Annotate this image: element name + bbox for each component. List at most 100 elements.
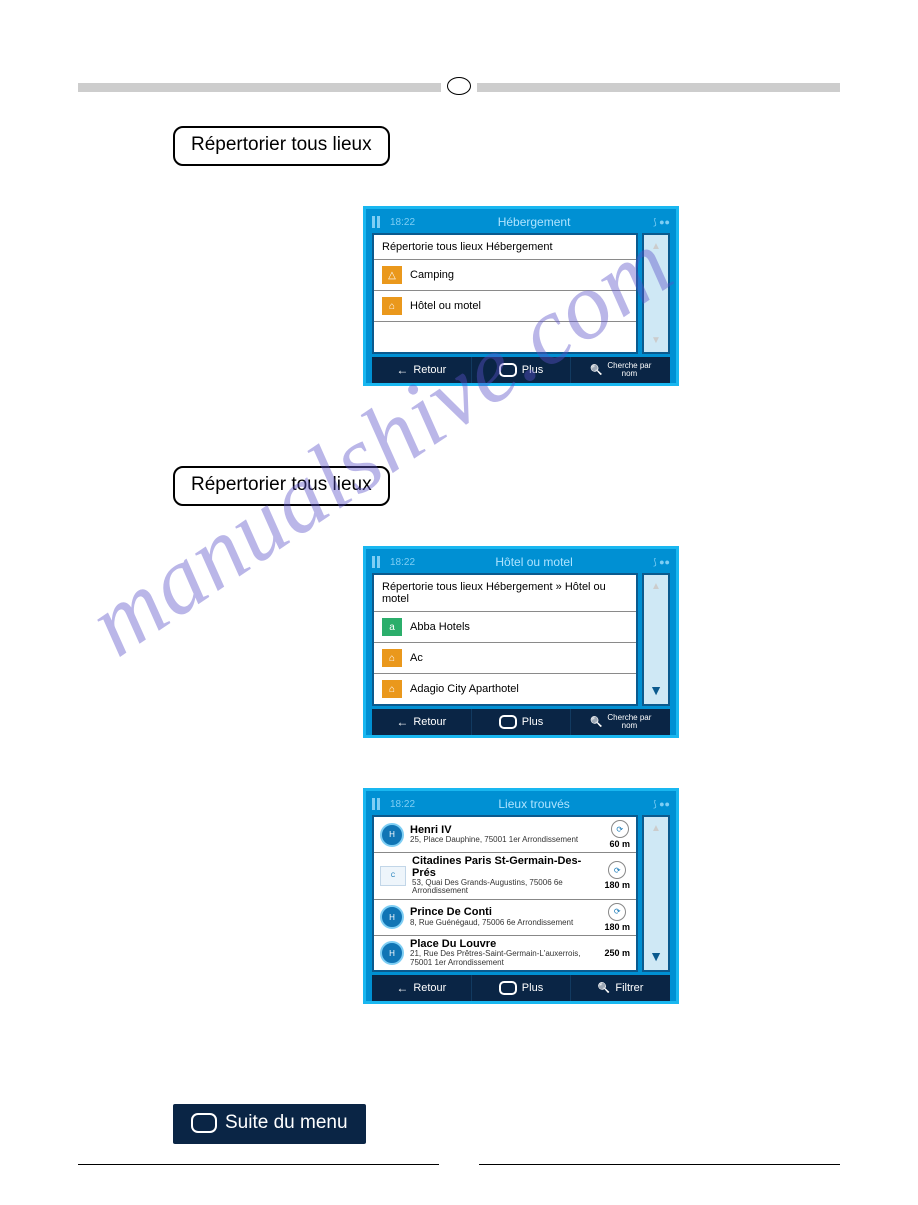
search-label-l2: nom — [622, 721, 638, 730]
breadcrumb[interactable]: Répertorie tous lieux Hébergement » Hôte… — [374, 575, 636, 612]
device-time: 18:22 — [390, 557, 415, 568]
category-list: Répertorie tous lieux Hébergement △ Camp… — [372, 233, 638, 354]
back-label: Retour — [413, 982, 446, 994]
result-distance: 180 m — [604, 880, 630, 890]
target-icon[interactable]: ⟳ — [608, 861, 626, 879]
scroll-up-icon[interactable]: ▲ — [651, 581, 661, 592]
result-row[interactable]: C Citadines Paris St-Germain-Des-Prés 53… — [374, 853, 636, 900]
list-item[interactable]: ⌂ Hôtel ou motel — [374, 291, 636, 322]
scrollbar[interactable]: ▲ ▼ — [642, 573, 670, 706]
back-arrow-icon — [396, 715, 408, 729]
menu-ring-icon — [191, 1113, 217, 1133]
result-row[interactable]: H Prince De Conti 8, Rue Guénégaud, 7500… — [374, 900, 636, 936]
footer-rules — [78, 1164, 840, 1165]
pause-icon — [372, 556, 384, 568]
more-label: Plus — [522, 982, 543, 994]
target-icon[interactable]: ⟳ — [611, 820, 629, 838]
list-item[interactable]: △ Camping — [374, 260, 636, 291]
more-icon — [499, 363, 517, 377]
device-time: 18:22 — [390, 799, 415, 810]
result-distance: 60 m — [609, 839, 630, 849]
back-arrow-icon — [396, 363, 408, 377]
more-button[interactable]: Plus — [472, 975, 572, 1001]
location-pin-icon: H — [380, 823, 404, 847]
header-divider — [0, 78, 918, 96]
result-row[interactable]: H Place Du Louvre 21, Rue Des Prêtres-Sa… — [374, 936, 636, 970]
back-button[interactable]: Retour — [372, 975, 472, 1001]
more-icon — [499, 981, 517, 995]
status-icons: ⟆ ●● — [653, 799, 670, 810]
device-time: 18:22 — [390, 217, 415, 228]
device-title: Hébergement — [498, 215, 571, 229]
location-pin-icon: H — [380, 905, 404, 929]
back-label: Retour — [413, 716, 446, 728]
search-by-name-button[interactable]: Cherche par nom — [571, 357, 670, 383]
list-item-label: Adagio City Aparthotel — [410, 683, 519, 695]
result-subtitle: 8, Rue Guénégaud, 75006 6e Arrondissemen… — [410, 919, 598, 927]
search-icon — [598, 982, 610, 994]
back-button[interactable]: Retour — [372, 357, 472, 383]
back-label: Retour — [413, 364, 446, 376]
target-icon[interactable]: ⟳ — [608, 903, 626, 921]
divider-left — [78, 83, 441, 92]
more-label: Plus — [522, 364, 543, 376]
scrollbar[interactable]: ▲ ▼ — [642, 233, 670, 354]
device-screenshot-2: 18:22 Hôtel ou motel ⟆ ●● Répertorie tou… — [363, 546, 679, 738]
brand-icon: a — [382, 618, 402, 636]
result-row[interactable]: H Henri IV 25, Place Dauphine, 75001 1er… — [374, 817, 636, 853]
hotel-icon: ⌂ — [382, 297, 402, 315]
brand-logo: C — [380, 866, 406, 886]
status-icons: ⟆ ●● — [653, 557, 670, 568]
back-button[interactable]: Retour — [372, 709, 472, 735]
camping-icon: △ — [382, 266, 402, 284]
more-icon — [499, 715, 517, 729]
device-screenshot-3: 18:22 Lieux trouvés ⟆ ●● H Henri IV 25, … — [363, 788, 679, 1004]
list-item[interactable]: ⌂ Ac — [374, 643, 636, 674]
breadcrumb[interactable]: Répertorie tous lieux Hébergement — [374, 235, 636, 260]
filter-button[interactable]: Filtrer — [571, 975, 670, 1001]
list-item-label: Hôtel ou motel — [410, 300, 481, 312]
repertorier-button-1[interactable]: Répertorier tous lieux — [173, 126, 390, 166]
page-badge — [447, 77, 471, 95]
result-subtitle: 25, Place Dauphine, 75001 1er Arrondisse… — [410, 836, 603, 844]
more-button[interactable]: Plus — [472, 709, 572, 735]
search-icon — [590, 364, 602, 376]
scroll-up-icon[interactable]: ▲ — [651, 241, 661, 252]
list-item-label: Ac — [410, 652, 423, 664]
brand-icon: ⌂ — [382, 680, 402, 698]
filter-label: Filtrer — [615, 982, 643, 994]
pause-icon — [372, 216, 384, 228]
suite-label: Suite du menu — [225, 1112, 348, 1134]
search-icon — [590, 716, 602, 728]
pause-icon — [372, 798, 384, 810]
result-distance: 180 m — [604, 922, 630, 932]
device-screenshot-1: 18:22 Hébergement ⟆ ●● Répertorie tous l… — [363, 206, 679, 386]
scroll-down-icon[interactable]: ▼ — [649, 682, 663, 698]
scroll-down-icon[interactable]: ▼ — [649, 948, 663, 964]
more-label: Plus — [522, 716, 543, 728]
location-pin-icon: H — [380, 941, 404, 965]
result-subtitle: 21, Rue Des Prêtres-Saint-Germain-L'auxe… — [410, 950, 598, 967]
search-by-name-button[interactable]: Cherche par nom — [571, 709, 670, 735]
scroll-up-icon[interactable]: ▲ — [651, 823, 661, 834]
list-item[interactable]: ⌂ Adagio City Aparthotel — [374, 674, 636, 704]
list-item-label: Abba Hotels — [410, 621, 470, 633]
result-distance: 250 m — [604, 948, 630, 958]
scrollbar[interactable]: ▲ ▼ — [642, 815, 670, 972]
more-button[interactable]: Plus — [472, 357, 572, 383]
back-arrow-icon — [396, 981, 408, 995]
suite-du-menu-button[interactable]: Suite du menu — [173, 1104, 366, 1144]
brand-icon: ⌂ — [382, 649, 402, 667]
brand-list: Répertorie tous lieux Hébergement » Hôte… — [372, 573, 638, 706]
repertorier-button-2[interactable]: Répertorier tous lieux — [173, 466, 390, 506]
device-title: Lieux trouvés — [498, 797, 569, 811]
results-list: H Henri IV 25, Place Dauphine, 75001 1er… — [372, 815, 638, 972]
result-title: Citadines Paris St-Germain-Des-Prés — [412, 856, 598, 879]
search-label-l2: nom — [622, 369, 638, 378]
divider-right — [477, 83, 840, 92]
status-icons: ⟆ ●● — [653, 217, 670, 228]
scroll-down-icon[interactable]: ▼ — [651, 335, 661, 346]
device-title: Hôtel ou motel — [495, 555, 572, 569]
result-subtitle: 53, Quai Des Grands-Augustins, 75006 6e … — [412, 879, 598, 896]
list-item[interactable]: a Abba Hotels — [374, 612, 636, 643]
